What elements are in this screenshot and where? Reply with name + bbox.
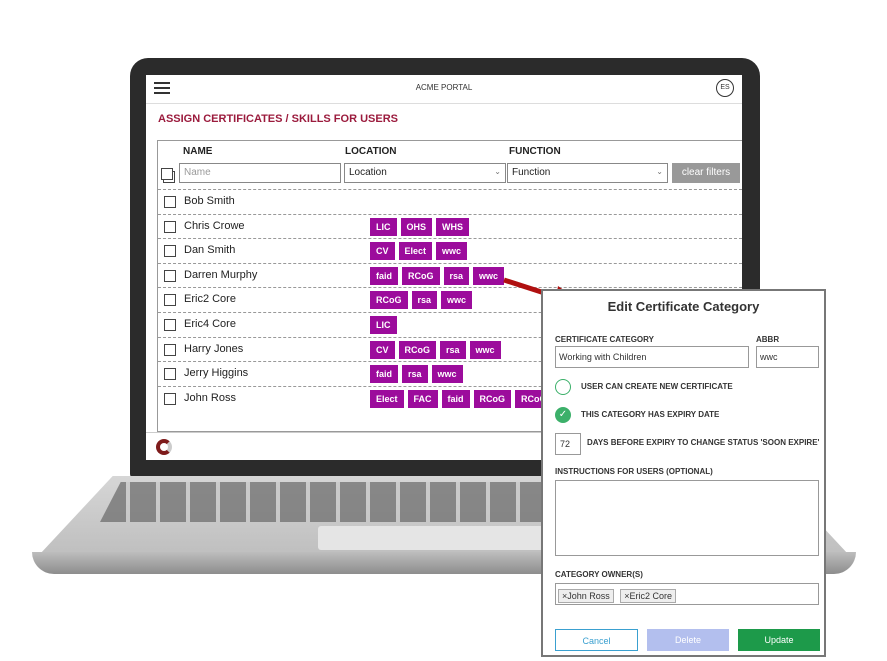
cancel-button[interactable]: Cancel: [555, 629, 638, 651]
name-filter-input[interactable]: Name: [179, 163, 341, 183]
category-label: CERTIFICATE CATEGORY: [555, 335, 654, 344]
row-checkbox[interactable]: [164, 294, 176, 307]
chevron-down-icon: ⌄: [656, 167, 663, 176]
certificate-tag[interactable]: Elect: [370, 389, 404, 408]
row-checkbox[interactable]: [164, 245, 176, 258]
instructions-textarea[interactable]: [555, 480, 819, 556]
certificate-tag[interactable]: CV: [370, 340, 395, 359]
certificate-tag[interactable]: faid: [441, 389, 470, 408]
certificate-tag[interactable]: Elect: [398, 242, 433, 261]
update-button[interactable]: Update: [738, 629, 820, 651]
function-filter-value: Function: [512, 167, 551, 178]
company-logo-icon: [156, 439, 172, 455]
column-header-function: FUNCTION: [509, 146, 561, 157]
row-checkbox[interactable]: [164, 269, 176, 282]
owners-input[interactable]: ×John Ross ×Eric2 Core: [555, 583, 819, 605]
certificate-tag[interactable]: LIC: [370, 217, 397, 236]
abbr-input[interactable]: wwc: [756, 346, 819, 368]
certificate-tags: CV Elect wwc: [370, 241, 471, 261]
app-title: ACME PORTAL: [415, 83, 473, 92]
expiry-days-input[interactable]: 72: [555, 433, 581, 455]
column-header-location: LOCATION: [345, 146, 397, 157]
certificate-tag[interactable]: wwc: [436, 242, 468, 261]
user-name: Dan Smith: [184, 244, 236, 257]
owner-chip[interactable]: ×Eric2 Core: [620, 589, 677, 603]
certificate-tag[interactable]: faid: [370, 365, 399, 384]
page-title: ASSIGN CERTIFICATES / SKILLS FOR USERS: [158, 113, 398, 125]
certificate-tag[interactable]: rsa: [443, 266, 470, 285]
table-row[interactable]: Dan Smith CV Elect wwc: [158, 238, 742, 262]
certificate-tags: LIC: [370, 315, 401, 334]
user-name: Eric2 Core: [184, 293, 236, 306]
certificate-tags: faid RCoG rsa wwc: [370, 266, 508, 285]
certificate-tag[interactable]: RCoG: [370, 291, 408, 310]
edit-certificate-category-modal: Edit Certificate Category CERTIFICATE CA…: [541, 289, 826, 657]
certificate-tags: CV RCoG rsa wwc: [370, 340, 505, 359]
certificate-tag[interactable]: RCoG: [402, 266, 440, 285]
has-expiry-toggle[interactable]: ✓: [555, 407, 571, 423]
user-can-create-label: USER CAN CREATE NEW CERTIFICATE: [581, 382, 733, 391]
select-all-checkbox[interactable]: [161, 168, 173, 180]
column-header-name: NAME: [183, 146, 213, 157]
location-filter-select[interactable]: Location ⌄: [344, 163, 506, 183]
certificate-tag[interactable]: rsa: [402, 365, 428, 384]
table-row[interactable]: Darren Murphy faid RCoG rsa wwc: [158, 262, 742, 287]
table-row[interactable]: Bob Smith: [158, 189, 742, 213]
certificate-tag[interactable]: LIC: [370, 316, 397, 334]
location-filter-value: Location: [349, 167, 387, 178]
certificate-tag[interactable]: CV: [370, 242, 395, 261]
delete-button[interactable]: Delete: [647, 629, 729, 651]
certificate-tag[interactable]: RCoG: [473, 389, 512, 408]
certificate-tag[interactable]: wwc: [431, 365, 463, 384]
certificate-tag[interactable]: WHS: [436, 217, 470, 236]
certificate-tag[interactable]: rsa: [440, 340, 466, 359]
avatar[interactable]: ES: [716, 79, 734, 97]
certificate-tags: Elect FAC faid RCoG RCoG: [370, 389, 557, 408]
row-checkbox[interactable]: [164, 368, 176, 381]
user-name: Jerry Higgins: [184, 367, 249, 380]
row-checkbox[interactable]: [164, 392, 176, 405]
checkmark-icon: ✓: [558, 409, 568, 420]
certificate-tag[interactable]: rsa: [411, 291, 438, 310]
owner-chip[interactable]: ×John Ross: [558, 589, 614, 603]
clear-filters-button[interactable]: clear filters: [672, 163, 740, 183]
row-checkbox[interactable]: [164, 343, 176, 356]
certificate-tag[interactable]: wwc: [469, 340, 501, 359]
certificate-tag[interactable]: FAC: [407, 389, 438, 408]
user-name: Eric4 Core: [184, 318, 236, 330]
user-name: Chris Crowe: [184, 219, 245, 232]
certificate-tags: faid rsa wwc: [370, 364, 467, 384]
table-row[interactable]: Chris Crowe LIC OHS WHS: [158, 213, 742, 238]
certificate-tag[interactable]: OHS: [400, 217, 433, 236]
row-checkbox[interactable]: [164, 319, 176, 331]
laptop-trackpad: [318, 526, 568, 550]
row-checkbox[interactable]: [164, 196, 176, 208]
certificate-tags: LIC OHS WHS: [370, 217, 473, 236]
abbr-label: ABBR: [756, 335, 780, 344]
category-input[interactable]: Working with Children: [555, 346, 749, 368]
user-name: Harry Jones: [184, 342, 244, 355]
row-checkbox[interactable]: [164, 220, 176, 233]
certificate-tag[interactable]: faid: [370, 266, 399, 285]
owners-label: CATEGORY OWNER(S): [555, 570, 643, 579]
user-name: Darren Murphy: [184, 268, 258, 281]
instructions-label: INSTRUCTIONS FOR USERS (OPTIONAL): [555, 467, 713, 476]
has-expiry-label: THIS CATEGORY HAS EXPIRY DATE: [581, 410, 720, 419]
user-name: Bob Smith: [184, 195, 235, 207]
user-can-create-toggle[interactable]: [555, 379, 571, 395]
user-name: John Ross: [184, 391, 236, 404]
certificate-tag[interactable]: RCoG: [398, 340, 437, 359]
certificate-tags: RCoG rsa wwc: [370, 290, 476, 310]
certificate-tag[interactable]: wwc: [441, 291, 473, 310]
expiry-days-label: DAYS BEFORE EXPIRY TO CHANGE STATUS 'SOO…: [587, 438, 820, 447]
modal-title: Edit Certificate Category: [607, 299, 760, 314]
top-bar: ACME PORTAL ES: [146, 75, 742, 104]
function-filter-select[interactable]: Function ⌄: [507, 163, 668, 183]
chevron-down-icon: ⌄: [494, 167, 501, 176]
